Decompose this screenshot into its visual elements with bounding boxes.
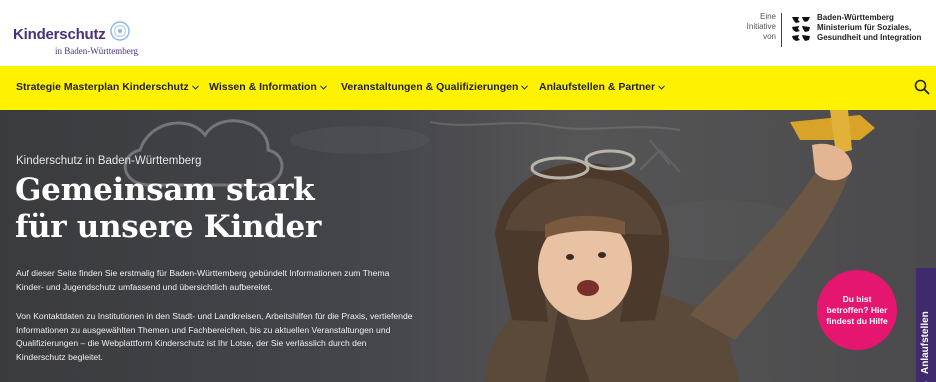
hero-overline: Kinderschutz in Baden-Württemberg bbox=[16, 155, 202, 167]
nav-item-label: Veranstaltungen & Qualifizierungen bbox=[341, 81, 519, 93]
nav-item-label: Anlaufstellen & Partner bbox=[539, 81, 656, 93]
hero-banner: Kinderschutz in Baden-Württemberg Gemein… bbox=[0, 110, 936, 382]
nav-item-strategie[interactable]: Strategie Masterplan Kinderschutz bbox=[16, 81, 199, 97]
initiative-line-2: Initiative bbox=[746, 22, 776, 31]
hero-detail-paragraph: Von Kontaktdaten zu Institutionen in den… bbox=[16, 311, 413, 362]
chevron-down-icon bbox=[191, 85, 199, 90]
chevron-down-icon bbox=[521, 85, 529, 90]
ministry-divider bbox=[781, 13, 782, 47]
initiative-label: Eine Initiative von bbox=[736, 12, 776, 52]
search-icon[interactable] bbox=[914, 79, 930, 95]
initiative-line-3: von bbox=[763, 32, 776, 41]
side-tab-anlaufstellen[interactable]: Anlaufstellen bbox=[916, 268, 936, 382]
main-navigation: Strategie Masterplan Kinderschutz Wissen… bbox=[0, 66, 936, 110]
map-pin-icon bbox=[925, 381, 927, 382]
chevron-down-icon bbox=[658, 85, 665, 90]
ministry-line-2: Ministerium für Soziales, bbox=[817, 23, 912, 32]
nav-item-label: Wissen & Information bbox=[209, 81, 317, 93]
ministry-label[interactable]: Baden-Württemberg Ministerium für Sozial… bbox=[817, 13, 935, 43]
initiative-line-1: Eine bbox=[759, 12, 776, 21]
nav-item-anlaufstellen[interactable]: Anlaufstellen & Partner bbox=[539, 81, 665, 97]
hero-title-line-1: Gemeinsam stark bbox=[15, 172, 315, 208]
hero-title-line-2: für unsere Kinder bbox=[15, 209, 321, 245]
chevron-down-icon bbox=[319, 85, 327, 90]
ministry-line-1: Baden-Württemberg bbox=[817, 13, 894, 22]
state-crest-icon[interactable] bbox=[790, 14, 812, 46]
hero-title: Gemeinsam stark für unsere Kinder bbox=[15, 172, 445, 246]
nav-item-wissen[interactable]: Wissen & Information bbox=[209, 81, 327, 97]
help-badge-button[interactable]: Du bist betroffen? Hier findest du Hilfe bbox=[817, 270, 897, 350]
side-tab-label: Anlaufstellen bbox=[920, 311, 931, 374]
site-header: Kinderschutz in Baden-Württemberg Eine I… bbox=[0, 0, 936, 66]
nav-item-label: Strategie Masterplan Kinderschutz bbox=[16, 81, 189, 93]
ministry-line-3: Gesundheit und Integration bbox=[817, 33, 922, 42]
logo-title: Kinderschutz bbox=[13, 26, 106, 43]
hero-intro-paragraph: Auf dieser Seite finden Sie erstmalig fü… bbox=[16, 268, 390, 292]
nav-item-veranstaltungen[interactable]: Veranstaltungen & Qualifizierungen bbox=[341, 81, 529, 97]
logo-subtitle: in Baden-Württemberg bbox=[55, 46, 139, 56]
logo-mark-icon bbox=[110, 21, 130, 41]
site-logo[interactable]: Kinderschutz in Baden-Württemberg bbox=[13, 14, 153, 56]
help-badge-label: Du bist betroffen? Hier findest du Hilfe bbox=[826, 293, 888, 326]
